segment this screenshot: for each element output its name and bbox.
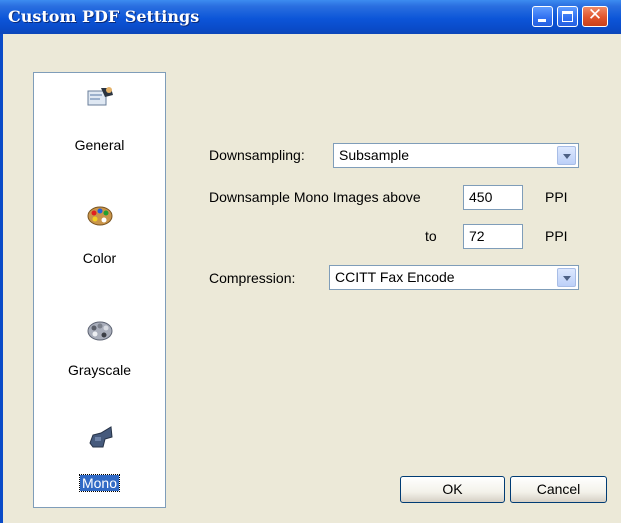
ok-button[interactable]: OK bbox=[400, 476, 505, 503]
to-label: to bbox=[425, 228, 437, 244]
minimize-icon bbox=[538, 19, 546, 22]
ppi-unit-label: PPI bbox=[545, 228, 568, 244]
downsampling-label: Downsampling: bbox=[209, 147, 305, 163]
title-bar[interactable]: Custom PDF Settings ✕ bbox=[0, 0, 621, 34]
compression-value: CCITT Fax Encode bbox=[335, 269, 455, 285]
downsampling-value: Subsample bbox=[339, 147, 410, 163]
category-grayscale[interactable]: Grayscale bbox=[34, 318, 165, 388]
compression-label: Compression: bbox=[209, 270, 296, 286]
color-palette-icon bbox=[87, 206, 112, 226]
compression-select[interactable]: CCITT Fax Encode bbox=[329, 265, 579, 290]
chevron-down-icon[interactable] bbox=[557, 146, 576, 165]
maximize-icon bbox=[562, 11, 573, 22]
maximize-button[interactable] bbox=[557, 6, 578, 27]
window-border bbox=[0, 34, 3, 523]
category-list[interactable]: General Color Grayscale Mono bbox=[33, 72, 166, 508]
category-mono-label: Mono bbox=[78, 474, 121, 492]
general-settings-icon bbox=[87, 87, 113, 106]
category-color[interactable]: Color bbox=[34, 203, 165, 273]
downsample-above-label: Downsample Mono Images above bbox=[209, 189, 421, 205]
ppi-unit-label: PPI bbox=[545, 189, 568, 205]
downsample-above-value: 450 bbox=[469, 189, 493, 205]
mono-icon bbox=[88, 426, 113, 448]
minimize-button[interactable] bbox=[532, 6, 553, 27]
downsampling-select[interactable]: Subsample bbox=[333, 143, 579, 168]
grayscale-palette-icon bbox=[87, 321, 112, 341]
downsample-to-input[interactable]: 72 bbox=[463, 224, 523, 249]
category-mono[interactable]: Mono bbox=[34, 425, 165, 495]
category-general-label: General bbox=[74, 137, 125, 153]
category-general[interactable]: General bbox=[34, 85, 165, 155]
close-icon: ✕ bbox=[587, 5, 603, 25]
window-title: Custom PDF Settings bbox=[8, 7, 200, 26]
downsample-above-input[interactable]: 450 bbox=[463, 185, 523, 210]
cancel-button[interactable]: Cancel bbox=[510, 476, 607, 503]
category-color-label: Color bbox=[82, 250, 117, 266]
downsample-to-value: 72 bbox=[469, 228, 485, 244]
chevron-down-icon[interactable] bbox=[557, 268, 576, 287]
category-grayscale-label: Grayscale bbox=[67, 362, 132, 378]
close-button[interactable]: ✕ bbox=[582, 5, 608, 27]
